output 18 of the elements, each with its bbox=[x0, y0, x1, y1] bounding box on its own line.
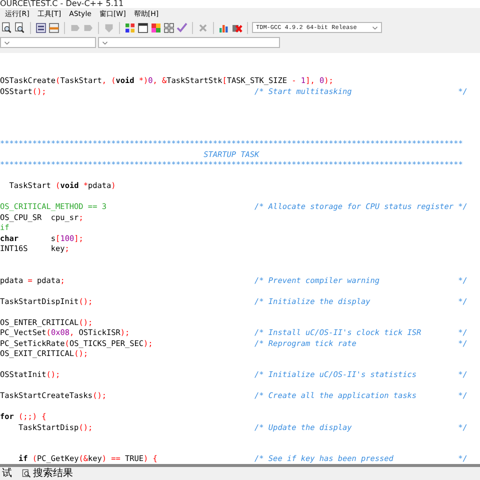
window-icon[interactable] bbox=[137, 22, 149, 34]
search-icon bbox=[22, 469, 31, 478]
caret-icon bbox=[372, 26, 378, 30]
grid-icon[interactable] bbox=[150, 22, 162, 34]
window-icon[interactable] bbox=[35, 22, 47, 34]
panel-tab[interactable]: 试 bbox=[0, 468, 14, 480]
check-icon[interactable] bbox=[176, 22, 188, 34]
panel-tab[interactable]: 搜索结果 bbox=[20, 468, 75, 480]
grid-icon[interactable] bbox=[124, 22, 136, 34]
zoom-icon[interactable] bbox=[1, 22, 13, 34]
panel-icon[interactable] bbox=[48, 22, 60, 34]
window-title: OURCE\TEST.C - Dev-C++ 5.11 bbox=[0, 0, 124, 8]
cross-icon[interactable] bbox=[197, 22, 209, 34]
caret-icon bbox=[102, 40, 108, 44]
caret-icon bbox=[4, 40, 10, 44]
grid-icon[interactable] bbox=[163, 22, 175, 34]
code-editor[interactable] bbox=[0, 53, 480, 464]
zoom-icon[interactable] bbox=[14, 22, 26, 34]
